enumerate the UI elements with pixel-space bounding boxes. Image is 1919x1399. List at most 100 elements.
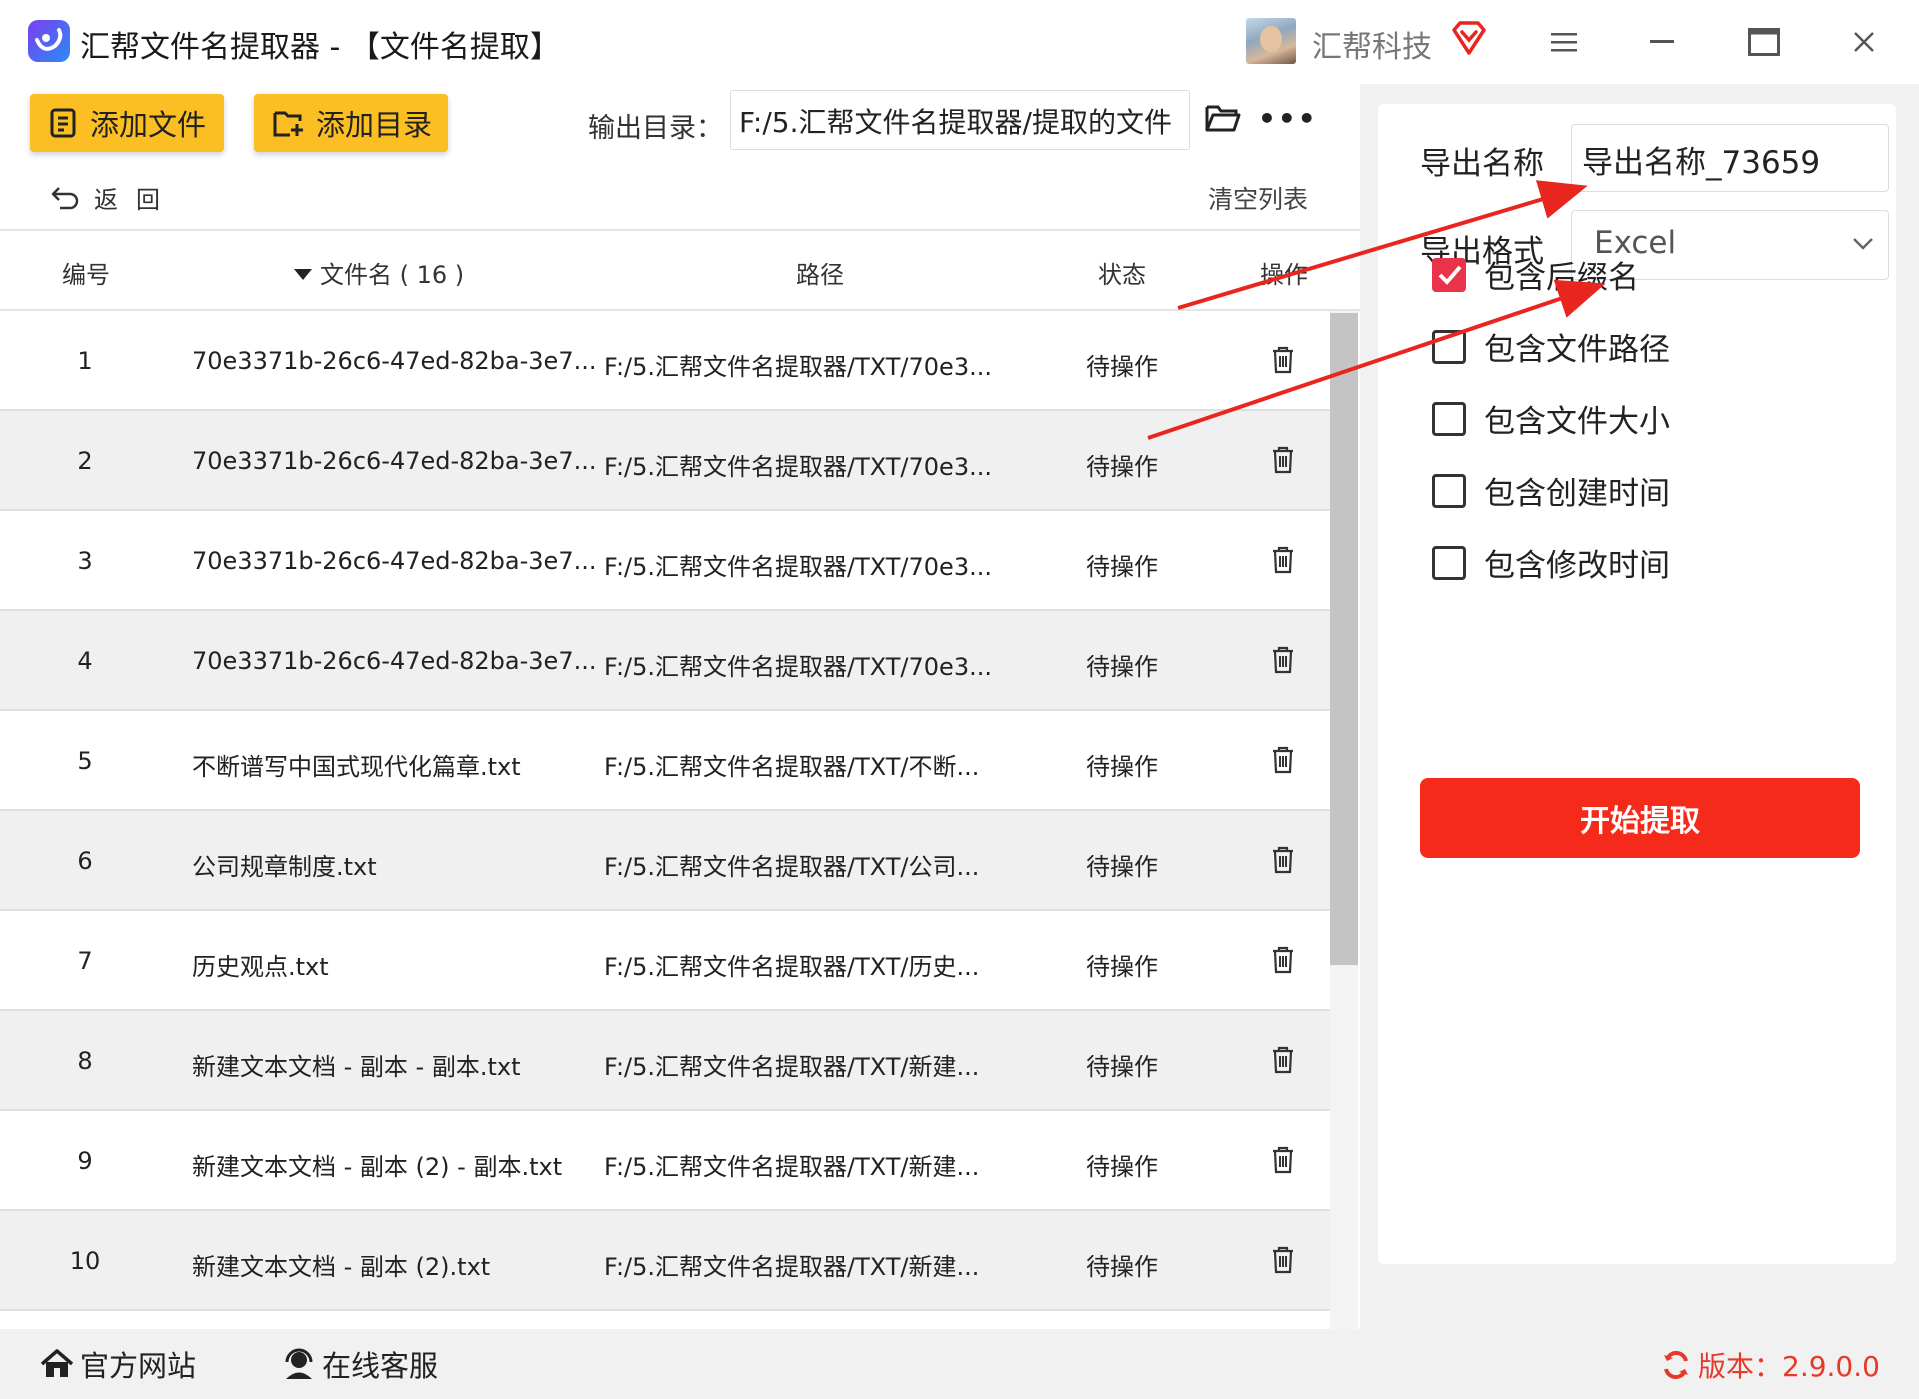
option-label: 包含文件大小 xyxy=(1484,404,1670,440)
option-checkbox-item[interactable]: 包含修改时间 xyxy=(1432,540,1670,585)
browse-folder-icon[interactable] xyxy=(1204,102,1242,138)
minimize-button[interactable] xyxy=(1636,16,1688,68)
header-filename-label: 文件名 ( 16 ) xyxy=(320,261,465,289)
menu-button[interactable] xyxy=(1538,16,1590,68)
table-row[interactable]: 7 历史观点.txt F:/5.汇帮文件名提取器/TXT/历史... 待操作 xyxy=(0,911,1330,1011)
user-avatar[interactable] xyxy=(1246,18,1296,64)
table-row[interactable]: 1 70e3371b-26c6-47ed-82ba-3e7... F:/5.汇帮文件… xyxy=(0,311,1330,411)
option-label: 包含后缀名 xyxy=(1484,260,1639,296)
checkbox-unchecked-icon[interactable] xyxy=(1432,401,1466,436)
add-directory-label: 添加目录 xyxy=(316,108,433,142)
row-status: 待操作 xyxy=(1086,1153,1158,1181)
row-path: F:/5.汇帮文件名提取器/TXT/70e3... xyxy=(604,453,992,481)
table-row[interactable]: 6 公司规章制度.txt F:/5.汇帮文件名提取器/TXT/公司... 待操作 xyxy=(0,811,1330,911)
add-directory-button[interactable]: 添加目录 xyxy=(254,94,448,152)
row-status: 待操作 xyxy=(1086,353,1158,381)
option-checkbox-item[interactable]: 包含创建时间 xyxy=(1432,468,1670,513)
sort-desc-icon xyxy=(294,269,312,280)
row-number: 7 xyxy=(77,947,93,975)
row-status: 待操作 xyxy=(1086,753,1158,781)
delete-row-icon[interactable] xyxy=(1270,545,1296,579)
export-name-input[interactable]: 导出名称_73659 xyxy=(1571,124,1889,192)
scrollbar-thumb[interactable] xyxy=(1330,313,1358,965)
table-row[interactable]: 9 新建文本文档 - 副本 (2) - 副本.txt F:/5.汇帮文件名提取器/T… xyxy=(0,1111,1330,1211)
table-row[interactable]: 4 70e3371b-26c6-47ed-82ba-3e7... F:/5.汇帮文件… xyxy=(0,611,1330,711)
row-status: 待操作 xyxy=(1086,853,1158,881)
app-window: 汇帮文件名提取器 - 【文件名提取】 汇帮科技 添加文件 添加目录 输出目录： … xyxy=(0,0,1919,1399)
minimize-icon xyxy=(1650,40,1674,43)
back-arrow-icon xyxy=(51,186,79,209)
table-row[interactable]: 5 不断谱写中国式现代化篇章.txt F:/5.汇帮文件名提取器/TXT/不断...… xyxy=(0,711,1330,811)
official-website-label: 官方网站 xyxy=(80,1349,197,1383)
output-dir-label: 输出目录： xyxy=(588,113,723,144)
delete-row-icon[interactable] xyxy=(1270,1245,1296,1279)
add-folder-icon xyxy=(273,111,303,137)
row-filename: 历史观点.txt xyxy=(192,953,329,981)
checkbox-unchecked-icon[interactable] xyxy=(1432,473,1466,508)
row-status: 待操作 xyxy=(1086,953,1158,981)
header-filename[interactable]: 文件名 ( 16 ) xyxy=(294,255,464,290)
official-website-link[interactable]: 官方网站 xyxy=(40,1343,196,1385)
row-path: F:/5.汇帮文件名提取器/TXT/70e3... xyxy=(604,653,992,681)
footer-bar: 官方网站 在线客服 版本：2.9.0.0 xyxy=(0,1329,1919,1399)
row-number: 2 xyxy=(77,447,93,475)
table-row[interactable]: 10 新建文本文档 - 副本 (2).txt F:/5.汇帮文件名提取器/TXT/新… xyxy=(0,1211,1330,1311)
row-status: 待操作 xyxy=(1086,553,1158,581)
row-filename: 公司规章制度.txt xyxy=(192,853,377,881)
table-row[interactable]: 2 70e3371b-26c6-47ed-82ba-3e7... F:/5.汇帮文件… xyxy=(0,411,1330,511)
add-file-button[interactable]: 添加文件 xyxy=(30,94,224,152)
table-row[interactable]: 3 70e3371b-26c6-47ed-82ba-3e7... F:/5.汇帮文件… xyxy=(0,511,1330,611)
table-row[interactable]: 8 新建文本文档 - 副本 - 副本.txt F:/5.汇帮文件名提取器/TXT/新… xyxy=(0,1011,1330,1111)
delete-row-icon[interactable] xyxy=(1270,1045,1296,1079)
delete-row-icon[interactable] xyxy=(1270,945,1296,979)
clear-list-button[interactable]: 清空列表 xyxy=(1208,180,1308,216)
option-checkbox-item[interactable]: 包含文件路径 xyxy=(1432,324,1670,369)
delete-row-icon[interactable] xyxy=(1270,645,1296,679)
online-support-link[interactable]: 在线客服 xyxy=(282,1343,438,1385)
row-path: F:/5.汇帮文件名提取器/TXT/70e3... xyxy=(604,353,992,381)
row-number: 9 xyxy=(77,1147,93,1175)
table-scrollbar[interactable] xyxy=(1330,311,1358,1329)
row-number: 1 xyxy=(77,347,93,375)
row-filename: 70e3371b-26c6-47ed-82ba-3e7... xyxy=(192,447,597,475)
add-file-label: 添加文件 xyxy=(90,108,207,142)
back-button[interactable]: 返回 xyxy=(50,180,178,215)
output-dir-field[interactable]: F:/5.汇帮文件名提取器/提取的文件 xyxy=(730,90,1190,150)
row-filename: 70e3371b-26c6-47ed-82ba-3e7... xyxy=(192,347,597,375)
row-filename: 70e3371b-26c6-47ed-82ba-3e7... xyxy=(192,547,597,575)
title-bar: 汇帮文件名提取器 - 【文件名提取】 汇帮科技 xyxy=(0,0,1919,84)
delete-row-icon[interactable] xyxy=(1270,1145,1296,1179)
option-checkbox-item[interactable]: 包含后缀名 xyxy=(1432,252,1639,297)
file-table-body: 10 新建文本文档 - 副本 (2).txt F:/5.汇帮文件名提取器/TXT/新… xyxy=(0,311,1360,1329)
row-path: F:/5.汇帮文件名提取器/TXT/新建... xyxy=(604,1153,980,1181)
checkbox-unchecked-icon[interactable] xyxy=(1432,545,1466,580)
row-filename: 新建文本文档 - 副本 - 副本.txt xyxy=(192,1053,521,1081)
option-checkbox-item[interactable]: 包含文件大小 xyxy=(1432,396,1670,441)
row-status: 待操作 xyxy=(1086,653,1158,681)
option-label: 包含创建时间 xyxy=(1484,476,1670,512)
maximize-button[interactable] xyxy=(1738,16,1790,68)
close-button[interactable] xyxy=(1838,16,1890,68)
more-options-icon[interactable]: ••• xyxy=(1258,102,1318,135)
row-path: F:/5.汇帮文件名提取器/TXT/公司... xyxy=(604,853,980,881)
delete-row-icon[interactable] xyxy=(1270,745,1296,779)
home-icon xyxy=(40,1349,74,1377)
row-filename: 不断谱写中国式现代化篇章.txt xyxy=(192,753,521,781)
delete-row-icon[interactable] xyxy=(1270,845,1296,879)
option-label: 包含修改时间 xyxy=(1484,548,1670,584)
refresh-icon xyxy=(1664,1350,1688,1380)
delete-row-icon[interactable] xyxy=(1270,345,1296,379)
vip-diamond-icon[interactable] xyxy=(1450,20,1488,60)
row-path: F:/5.汇帮文件名提取器/TXT/新建... xyxy=(604,1253,980,1281)
checkbox-checked-icon[interactable] xyxy=(1432,257,1466,292)
header-status: 状态 xyxy=(1098,261,1146,289)
row-path: F:/5.汇帮文件名提取器/TXT/历史... xyxy=(604,953,980,981)
row-path: F:/5.汇帮文件名提取器/TXT/70e3... xyxy=(604,553,992,581)
company-name: 汇帮科技 xyxy=(1312,30,1432,65)
delete-row-icon[interactable] xyxy=(1270,445,1296,479)
checkbox-unchecked-icon[interactable] xyxy=(1432,329,1466,364)
start-extract-button[interactable]: 开始提取 xyxy=(1420,778,1860,858)
add-file-icon xyxy=(50,108,76,138)
row-filename: 新建文本文档 - 副本 (2) - 副本.txt xyxy=(192,1153,563,1181)
row-number: 5 xyxy=(77,747,93,775)
